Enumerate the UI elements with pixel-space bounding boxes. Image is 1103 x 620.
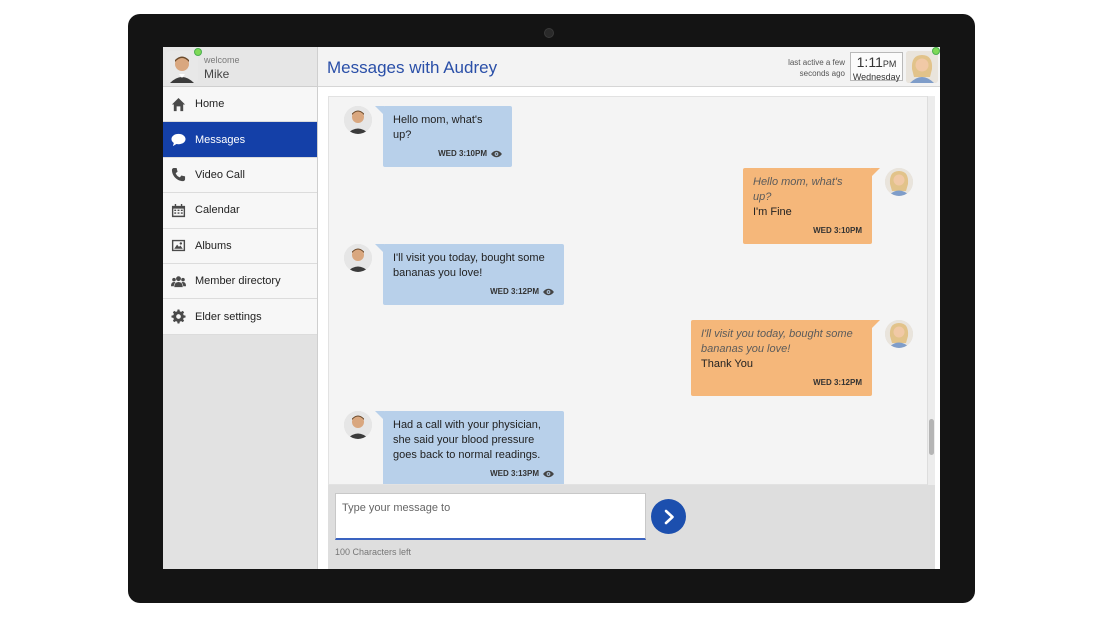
page-title: Messages with Audrey: [327, 58, 498, 77]
clock-ampm: PM: [882, 59, 897, 69]
gear-icon: [170, 309, 186, 325]
home-icon: [170, 96, 186, 112]
quoted-text: I'll visit you today, bought some: [701, 328, 853, 340]
message-avatar-mike: [344, 244, 372, 272]
nav-item-label: Member directory: [195, 275, 281, 288]
last-active-line: last active a few: [788, 58, 845, 67]
contact-avatar[interactable]: [906, 51, 938, 83]
message-time: WED 3:10PM: [813, 226, 862, 235]
sidebar: welcome Mike Home Messages Video Call Ca…: [163, 47, 318, 569]
message-input[interactable]: [335, 493, 646, 540]
nav-item-messages[interactable]: Messages: [163, 122, 317, 158]
message-bubble-incoming: Hello mom, what's up? WED 3:10PM: [375, 106, 512, 167]
message-avatar-audrey: [885, 320, 913, 348]
message-text: I'll visit you today, bought some: [393, 252, 545, 264]
header: Messages with Audrey last active a few s…: [318, 47, 940, 87]
nav-item-label: Home: [195, 98, 225, 111]
calendar-icon: [170, 202, 186, 218]
message-text: Hello mom, what's up?: [393, 114, 483, 141]
user-profile: welcome Mike: [163, 47, 317, 87]
camera-icon: [544, 28, 554, 38]
nav-menu: Home Messages Video Call Calendar Albums: [163, 87, 317, 335]
message-bubble-outgoing: I'll visit you today, bought some banana…: [691, 320, 880, 396]
nav-item-label: Video Call: [195, 168, 245, 181]
message-meta: WED 3:10PM: [393, 146, 502, 161]
user-name: Mike: [204, 67, 230, 81]
chevron-right-icon: [664, 509, 674, 524]
nav-item-label: Calendar: [195, 204, 240, 217]
message-list[interactable]: Hello mom, what's up? WED 3:10PM Hello m…: [328, 96, 935, 485]
characters-left: 100 Characters left: [335, 547, 412, 557]
message-meta: WED 3:13PM: [393, 466, 554, 481]
app-screen: welcome Mike Home Messages Video Call Ca…: [163, 47, 940, 569]
contact-online-indicator: [932, 47, 940, 55]
message-bubble-incoming: I'll visit you today, bought some banana…: [375, 244, 564, 305]
nav-item-member-directory[interactable]: Member directory: [163, 263, 317, 300]
clock-widget: 1:11PM Wednesday: [850, 52, 903, 82]
nav-item-label: Albums: [195, 239, 232, 252]
message-avatar-audrey: [885, 168, 913, 196]
message-time: WED 3:10PM: [438, 149, 487, 158]
message-time: WED 3:13PM: [490, 469, 539, 478]
message-text: Thank You: [701, 358, 753, 370]
chat-bubble-icon: [170, 132, 186, 148]
message-meta: WED 3:12PM: [701, 375, 862, 390]
seen-eye-icon: [491, 150, 502, 157]
message-text: she said your blood pressure: [393, 434, 535, 446]
welcome-label: welcome: [204, 55, 240, 65]
message-bubble-outgoing: Hello mom, what's up? I'm Fine WED 3:10P…: [743, 168, 880, 244]
clock-time: 1:11PM: [851, 55, 902, 72]
message-time: WED 3:12PM: [490, 287, 539, 296]
user-avatar[interactable]: [166, 51, 198, 83]
message-meta: WED 3:12PM: [393, 284, 554, 299]
clock-day: Wednesday: [852, 72, 901, 82]
nav-item-video-call[interactable]: Video Call: [163, 157, 317, 194]
nav-item-label: Messages: [195, 133, 246, 146]
nav-item-home[interactable]: Home: [163, 87, 317, 123]
nav-item-elder-settings[interactable]: Elder settings: [163, 299, 317, 335]
message-bubble-incoming: Had a call with your physician, she said…: [375, 411, 564, 484]
online-indicator: [194, 48, 202, 56]
message-time: WED 3:12PM: [813, 378, 862, 387]
message-composer: 100 Characters left: [328, 485, 935, 569]
last-active-line: seconds ago: [799, 69, 845, 78]
message-avatar-mike: [344, 106, 372, 134]
message-text: goes back to normal readings.: [393, 449, 541, 461]
message-list-scrollbar[interactable]: [927, 96, 935, 485]
image-icon: [170, 238, 186, 254]
people-icon: [170, 273, 186, 289]
quoted-text: Hello mom, what's up?: [753, 176, 843, 203]
last-active-status: last active a few seconds ago: [775, 57, 845, 79]
nav-item-albums[interactable]: Albums: [163, 228, 317, 264]
message-text: bananas you love!: [393, 267, 483, 279]
message-text: Had a call with your physician,: [393, 419, 541, 431]
message-avatar-mike: [344, 411, 372, 439]
nav-item-calendar[interactable]: Calendar: [163, 193, 317, 229]
nav-item-label: Elder settings: [195, 310, 262, 323]
scrollbar-thumb[interactable]: [929, 419, 934, 455]
seen-eye-icon: [543, 288, 554, 295]
message-meta: WED 3:10PM: [753, 223, 862, 238]
message-text: I'm Fine: [753, 206, 792, 218]
tablet-frame: welcome Mike Home Messages Video Call Ca…: [128, 14, 975, 603]
send-button[interactable]: [651, 499, 686, 534]
phone-icon: [170, 167, 186, 183]
seen-eye-icon: [543, 470, 554, 477]
clock-time-value: 1:11: [856, 54, 883, 70]
quoted-text: bananas you love!: [701, 343, 791, 355]
